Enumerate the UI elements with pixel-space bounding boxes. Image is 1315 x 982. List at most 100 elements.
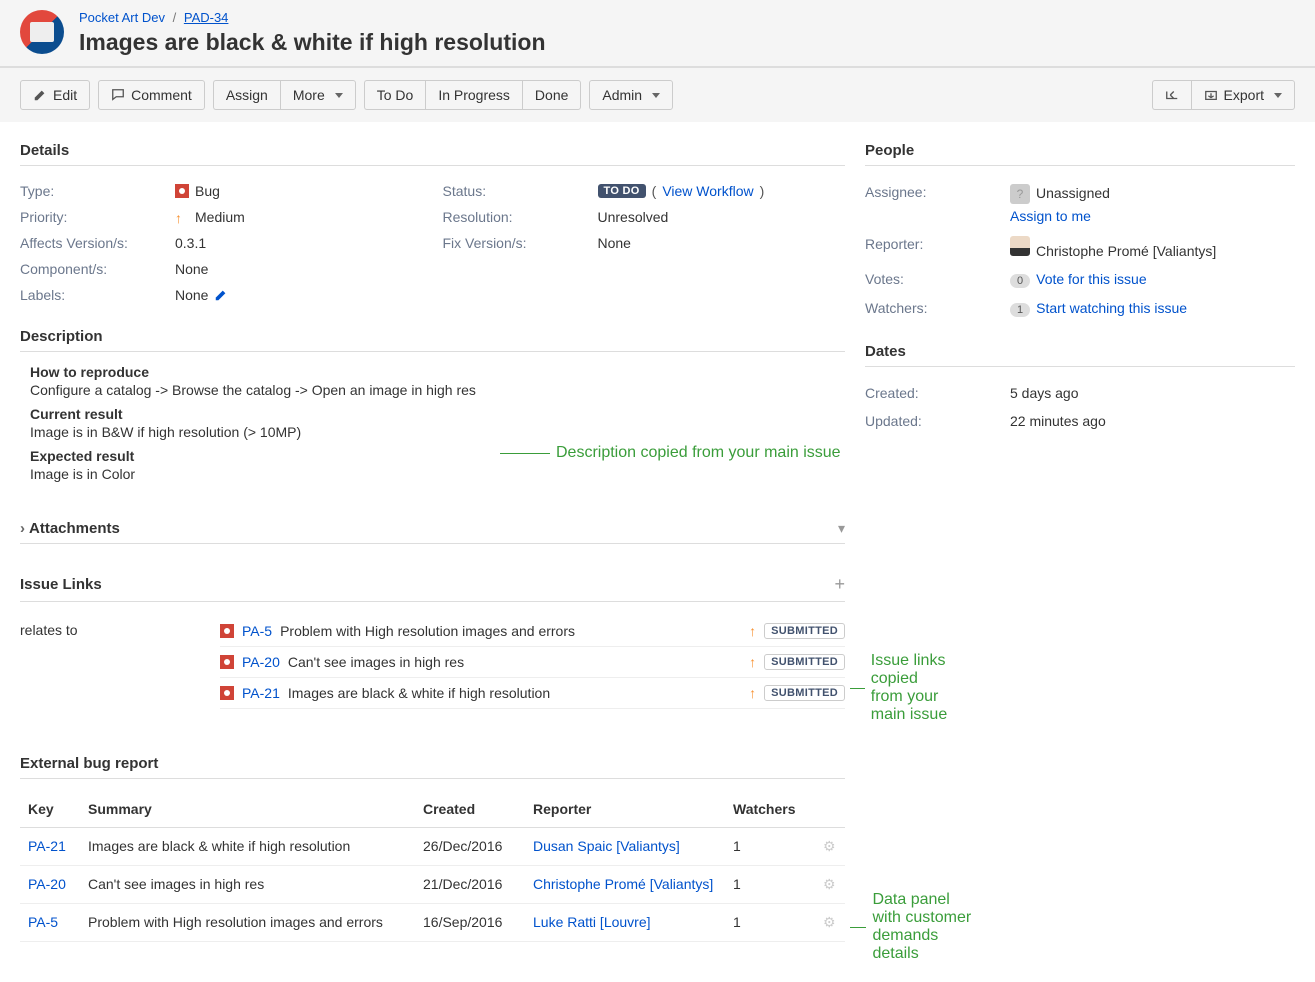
table-row: PA-20 Can't see images in high res21/Dec/…	[20, 866, 845, 904]
ext-watchers: 1	[725, 828, 815, 866]
breadcrumb-project[interactable]: Pocket Art Dev	[79, 10, 165, 25]
page-header: Pocket Art Dev / PAD-34 Images are black…	[0, 0, 1315, 68]
chevron-down-icon	[652, 93, 660, 98]
link-status: SUBMITTED	[764, 623, 845, 639]
ext-summary: Can't see images in high res	[80, 866, 415, 904]
external-bug-table: Key Summary Created Reporter Watchers PA…	[20, 791, 845, 942]
attachments-header[interactable]: Attachments ▾	[20, 500, 845, 544]
col-reporter: Reporter	[525, 791, 725, 828]
export-icon	[1204, 88, 1218, 102]
ext-summary: Problem with High resolution images and …	[80, 904, 415, 942]
share-button[interactable]	[1152, 80, 1191, 110]
external-header: External bug report	[20, 735, 845, 779]
priority-icon: ↑	[749, 654, 756, 670]
annotation-description: Description copied from your main issue	[500, 444, 841, 462]
ext-created: 16/Sep/2016	[415, 904, 525, 942]
issue-toolbar: Edit Comment Assign More To Do In Progre…	[0, 68, 1315, 122]
issue-title: Images are black & white if high resolut…	[79, 29, 546, 56]
table-row: PA-5 Problem with High resolution images …	[20, 904, 845, 942]
dates-header: Dates	[865, 323, 1295, 367]
comment-button[interactable]: Comment	[98, 80, 205, 110]
assign-button[interactable]: Assign	[213, 80, 280, 110]
todo-button[interactable]: To Do	[364, 80, 426, 110]
description-body: How to reproduceConfigure a catalog -> B…	[20, 364, 845, 482]
affects-value: 0.3.1	[175, 235, 206, 251]
people-header: People	[865, 122, 1295, 166]
affects-label: Affects Version/s:	[20, 235, 175, 251]
breadcrumb-issue-key[interactable]: PAD-34	[184, 10, 229, 25]
chevron-down-icon	[1274, 93, 1282, 98]
ext-key[interactable]: PA-5	[28, 914, 58, 930]
link-type-label: relates to	[20, 616, 220, 709]
avatar	[1010, 236, 1030, 256]
edit-button[interactable]: Edit	[20, 80, 90, 110]
col-summary: Summary	[80, 791, 415, 828]
watchers-label: Watchers:	[865, 300, 1010, 316]
status-value: TO DO	[598, 184, 646, 198]
reporter-value: Christophe Promé [Valiantys]	[1036, 243, 1216, 259]
vote-link[interactable]: Vote for this issue	[1036, 271, 1147, 287]
votes-label: Votes:	[865, 271, 1010, 287]
created-label: Created:	[865, 385, 1010, 401]
components-value: None	[175, 261, 208, 277]
admin-button[interactable]: Admin	[589, 80, 673, 110]
plus-icon[interactable]: +	[834, 574, 845, 595]
ext-key[interactable]: PA-21	[28, 838, 66, 854]
chevron-down-icon	[335, 93, 343, 98]
priority-medium-icon: ↑	[175, 210, 189, 224]
annotation-panel: Data panel with customer demands details	[850, 891, 972, 963]
labels-label: Labels:	[20, 287, 175, 303]
pencil-icon	[33, 88, 47, 102]
gear-icon[interactable]: ⚙	[823, 914, 836, 930]
priority-label: Priority:	[20, 209, 175, 225]
chevron-down-icon[interactable]: ▾	[838, 520, 845, 537]
description-header: Description	[20, 308, 845, 352]
details-header: Details	[20, 122, 845, 166]
ext-created: 21/Dec/2016	[415, 866, 525, 904]
resolution-value: Unresolved	[598, 209, 669, 225]
bug-icon	[175, 184, 189, 198]
inprogress-button[interactable]: In Progress	[425, 80, 522, 110]
link-row: PA-5Problem with High resolution images …	[220, 616, 845, 647]
ext-reporter[interactable]: Dusan Spaic [Valiantys]	[533, 838, 680, 854]
bug-icon	[220, 655, 234, 669]
ext-created: 26/Dec/2016	[415, 828, 525, 866]
bug-icon	[220, 686, 234, 700]
issue-links-header: Issue Links	[20, 576, 102, 593]
reporter-label: Reporter:	[865, 236, 1010, 252]
export-button[interactable]: Export	[1191, 80, 1295, 110]
view-workflow-link[interactable]: View Workflow	[662, 183, 753, 199]
link-key[interactable]: PA-21	[242, 685, 280, 701]
ext-summary: Images are black & white if high resolut…	[80, 828, 415, 866]
watchers-count: 1	[1010, 303, 1030, 317]
share-icon	[1165, 88, 1179, 102]
link-key[interactable]: PA-5	[242, 623, 272, 639]
priority-value: Medium	[195, 209, 245, 225]
assignee-label: Assignee:	[865, 184, 1010, 200]
labels-value: None	[175, 287, 208, 303]
gear-icon[interactable]: ⚙	[823, 876, 836, 892]
gear-icon[interactable]: ⚙	[823, 838, 836, 854]
ext-reporter[interactable]: Luke Ratti [Louvre]	[533, 914, 651, 930]
type-label: Type:	[20, 183, 175, 199]
more-button[interactable]: More	[280, 80, 356, 110]
link-status: SUBMITTED	[764, 685, 845, 701]
ext-watchers: 1	[725, 904, 815, 942]
done-button[interactable]: Done	[522, 80, 581, 110]
link-key[interactable]: PA-20	[242, 654, 280, 670]
col-watchers: Watchers	[725, 791, 815, 828]
priority-icon: ↑	[749, 623, 756, 639]
link-summary: Can't see images in high res	[288, 654, 741, 670]
bug-icon	[220, 624, 234, 638]
watch-link[interactable]: Start watching this issue	[1036, 300, 1187, 316]
col-created: Created	[415, 791, 525, 828]
fixversion-value: None	[598, 235, 631, 251]
ext-reporter[interactable]: Christophe Promé [Valiantys]	[533, 876, 713, 892]
col-key: Key	[20, 791, 80, 828]
comment-icon	[111, 88, 125, 102]
votes-count: 0	[1010, 274, 1030, 288]
pencil-icon[interactable]	[214, 288, 228, 302]
ext-key[interactable]: PA-20	[28, 876, 66, 892]
fixversion-label: Fix Version/s:	[443, 235, 598, 251]
assign-to-me-link[interactable]: Assign to me	[1010, 208, 1295, 224]
